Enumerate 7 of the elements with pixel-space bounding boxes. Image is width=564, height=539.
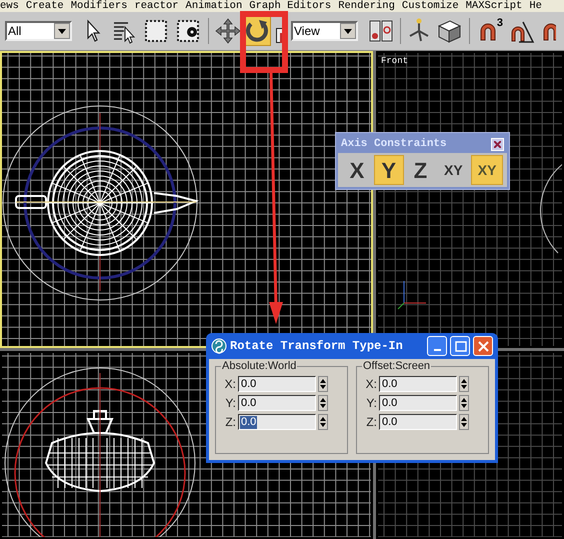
field-label: Z: xyxy=(224,415,236,429)
field-label: Y: xyxy=(365,396,377,410)
field-label: Y: xyxy=(224,396,236,410)
field-label: Z: xyxy=(365,415,377,429)
snap-count: 3 xyxy=(496,17,503,29)
field-label: X: xyxy=(364,377,377,391)
field-label: X: xyxy=(224,377,236,391)
